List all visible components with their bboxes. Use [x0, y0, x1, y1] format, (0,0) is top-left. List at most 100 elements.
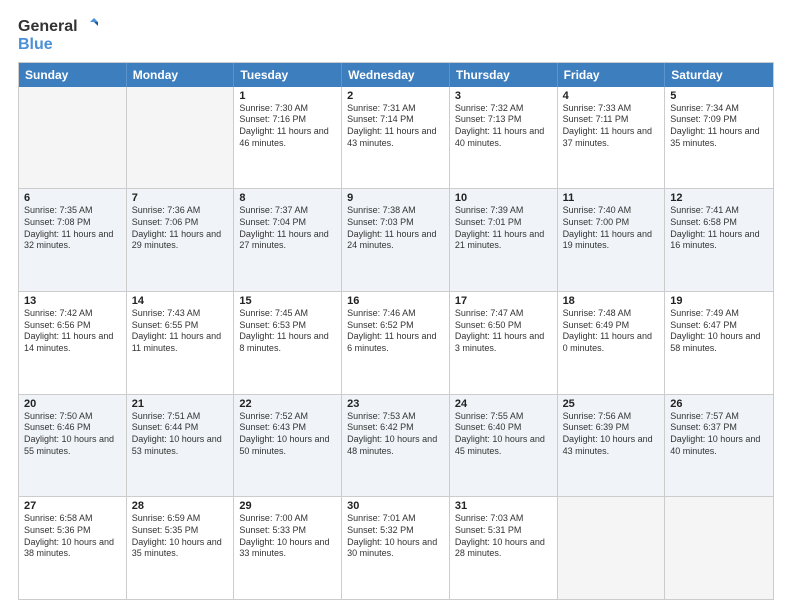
calendar-cell [558, 497, 666, 599]
day-number: 18 [563, 295, 660, 307]
day-number: 22 [239, 398, 336, 410]
day-number: 23 [347, 398, 444, 410]
day-number: 26 [670, 398, 768, 410]
day-number: 29 [239, 500, 336, 512]
calendar-cell: 9Sunrise: 7:38 AM Sunset: 7:03 PM Daylig… [342, 189, 450, 291]
calendar-week-4: 20Sunrise: 7:50 AM Sunset: 6:46 PM Dayli… [19, 394, 773, 497]
header-day-sunday: Sunday [19, 63, 127, 87]
calendar-week-2: 6Sunrise: 7:35 AM Sunset: 7:08 PM Daylig… [19, 188, 773, 291]
day-number: 4 [563, 90, 660, 102]
day-number: 31 [455, 500, 552, 512]
day-info: Sunrise: 7:51 AM Sunset: 6:44 PM Dayligh… [132, 411, 229, 458]
header-day-wednesday: Wednesday [342, 63, 450, 87]
calendar-cell: 30Sunrise: 7:01 AM Sunset: 5:32 PM Dayli… [342, 497, 450, 599]
calendar-cell: 26Sunrise: 7:57 AM Sunset: 6:37 PM Dayli… [665, 395, 773, 497]
day-info: Sunrise: 7:49 AM Sunset: 6:47 PM Dayligh… [670, 308, 768, 355]
day-info: Sunrise: 7:03 AM Sunset: 5:31 PM Dayligh… [455, 513, 552, 560]
day-info: Sunrise: 7:31 AM Sunset: 7:14 PM Dayligh… [347, 103, 444, 150]
day-number: 24 [455, 398, 552, 410]
calendar-cell: 13Sunrise: 7:42 AM Sunset: 6:56 PM Dayli… [19, 292, 127, 394]
day-number: 2 [347, 90, 444, 102]
day-info: Sunrise: 7:41 AM Sunset: 6:58 PM Dayligh… [670, 205, 768, 252]
calendar-cell: 6Sunrise: 7:35 AM Sunset: 7:08 PM Daylig… [19, 189, 127, 291]
day-number: 21 [132, 398, 229, 410]
calendar-cell: 16Sunrise: 7:46 AM Sunset: 6:52 PM Dayli… [342, 292, 450, 394]
calendar-cell: 12Sunrise: 7:41 AM Sunset: 6:58 PM Dayli… [665, 189, 773, 291]
calendar-cell: 11Sunrise: 7:40 AM Sunset: 7:00 PM Dayli… [558, 189, 666, 291]
day-number: 7 [132, 192, 229, 204]
header-day-monday: Monday [127, 63, 235, 87]
day-info: Sunrise: 7:39 AM Sunset: 7:01 PM Dayligh… [455, 205, 552, 252]
calendar-cell: 24Sunrise: 7:55 AM Sunset: 6:40 PM Dayli… [450, 395, 558, 497]
logo-svg: General Blue [18, 18, 98, 54]
day-number: 1 [239, 90, 336, 102]
header-day-thursday: Thursday [450, 63, 558, 87]
day-number: 12 [670, 192, 768, 204]
day-info: Sunrise: 7:46 AM Sunset: 6:52 PM Dayligh… [347, 308, 444, 355]
day-number: 16 [347, 295, 444, 307]
day-info: Sunrise: 7:01 AM Sunset: 5:32 PM Dayligh… [347, 513, 444, 560]
calendar-cell: 17Sunrise: 7:47 AM Sunset: 6:50 PM Dayli… [450, 292, 558, 394]
day-number: 8 [239, 192, 336, 204]
calendar-cell: 31Sunrise: 7:03 AM Sunset: 5:31 PM Dayli… [450, 497, 558, 599]
calendar-cell: 4Sunrise: 7:33 AM Sunset: 7:11 PM Daylig… [558, 87, 666, 189]
calendar-cell: 2Sunrise: 7:31 AM Sunset: 7:14 PM Daylig… [342, 87, 450, 189]
page: General Blue SundayMondayTuesdayWednesda… [0, 0, 792, 612]
calendar-cell: 1Sunrise: 7:30 AM Sunset: 7:16 PM Daylig… [234, 87, 342, 189]
day-info: Sunrise: 7:57 AM Sunset: 6:37 PM Dayligh… [670, 411, 768, 458]
day-info: Sunrise: 6:59 AM Sunset: 5:35 PM Dayligh… [132, 513, 229, 560]
day-number: 27 [24, 500, 121, 512]
day-info: Sunrise: 7:40 AM Sunset: 7:00 PM Dayligh… [563, 205, 660, 252]
header-day-tuesday: Tuesday [234, 63, 342, 87]
calendar-cell: 28Sunrise: 6:59 AM Sunset: 5:35 PM Dayli… [127, 497, 235, 599]
calendar-cell [127, 87, 235, 189]
day-info: Sunrise: 7:50 AM Sunset: 6:46 PM Dayligh… [24, 411, 121, 458]
day-info: Sunrise: 7:30 AM Sunset: 7:16 PM Dayligh… [239, 103, 336, 150]
day-number: 20 [24, 398, 121, 410]
day-info: Sunrise: 7:38 AM Sunset: 7:03 PM Dayligh… [347, 205, 444, 252]
calendar-cell: 27Sunrise: 6:58 AM Sunset: 5:36 PM Dayli… [19, 497, 127, 599]
day-info: Sunrise: 7:37 AM Sunset: 7:04 PM Dayligh… [239, 205, 336, 252]
calendar-cell: 20Sunrise: 7:50 AM Sunset: 6:46 PM Dayli… [19, 395, 127, 497]
day-number: 28 [132, 500, 229, 512]
day-number: 10 [455, 192, 552, 204]
header-day-saturday: Saturday [665, 63, 773, 87]
logo-bird-icon [80, 18, 98, 36]
calendar-week-5: 27Sunrise: 6:58 AM Sunset: 5:36 PM Dayli… [19, 496, 773, 599]
day-info: Sunrise: 7:36 AM Sunset: 7:06 PM Dayligh… [132, 205, 229, 252]
day-info: Sunrise: 7:33 AM Sunset: 7:11 PM Dayligh… [563, 103, 660, 150]
calendar-cell: 29Sunrise: 7:00 AM Sunset: 5:33 PM Dayli… [234, 497, 342, 599]
calendar-cell: 19Sunrise: 7:49 AM Sunset: 6:47 PM Dayli… [665, 292, 773, 394]
day-info: Sunrise: 7:52 AM Sunset: 6:43 PM Dayligh… [239, 411, 336, 458]
day-info: Sunrise: 7:00 AM Sunset: 5:33 PM Dayligh… [239, 513, 336, 560]
calendar-cell: 5Sunrise: 7:34 AM Sunset: 7:09 PM Daylig… [665, 87, 773, 189]
calendar-body: 1Sunrise: 7:30 AM Sunset: 7:16 PM Daylig… [19, 87, 773, 599]
logo: General Blue [18, 18, 98, 54]
day-number: 30 [347, 500, 444, 512]
day-info: Sunrise: 7:32 AM Sunset: 7:13 PM Dayligh… [455, 103, 552, 150]
calendar-week-1: 1Sunrise: 7:30 AM Sunset: 7:16 PM Daylig… [19, 87, 773, 189]
day-number: 17 [455, 295, 552, 307]
calendar: SundayMondayTuesdayWednesdayThursdayFrid… [18, 62, 774, 600]
day-info: Sunrise: 7:43 AM Sunset: 6:55 PM Dayligh… [132, 308, 229, 355]
day-info: Sunrise: 7:55 AM Sunset: 6:40 PM Dayligh… [455, 411, 552, 458]
day-info: Sunrise: 7:56 AM Sunset: 6:39 PM Dayligh… [563, 411, 660, 458]
day-number: 5 [670, 90, 768, 102]
calendar-header: SundayMondayTuesdayWednesdayThursdayFrid… [19, 63, 773, 87]
day-number: 11 [563, 192, 660, 204]
calendar-cell [19, 87, 127, 189]
calendar-cell: 15Sunrise: 7:45 AM Sunset: 6:53 PM Dayli… [234, 292, 342, 394]
calendar-cell: 25Sunrise: 7:56 AM Sunset: 6:39 PM Dayli… [558, 395, 666, 497]
calendar-cell [665, 497, 773, 599]
day-info: Sunrise: 7:34 AM Sunset: 7:09 PM Dayligh… [670, 103, 768, 150]
day-number: 6 [24, 192, 121, 204]
day-info: Sunrise: 7:53 AM Sunset: 6:42 PM Dayligh… [347, 411, 444, 458]
day-number: 25 [563, 398, 660, 410]
calendar-cell: 10Sunrise: 7:39 AM Sunset: 7:01 PM Dayli… [450, 189, 558, 291]
day-info: Sunrise: 7:47 AM Sunset: 6:50 PM Dayligh… [455, 308, 552, 355]
calendar-cell: 3Sunrise: 7:32 AM Sunset: 7:13 PM Daylig… [450, 87, 558, 189]
logo-general: General [18, 18, 78, 36]
day-info: Sunrise: 6:58 AM Sunset: 5:36 PM Dayligh… [24, 513, 121, 560]
logo-blue: Blue [18, 36, 98, 54]
day-number: 13 [24, 295, 121, 307]
